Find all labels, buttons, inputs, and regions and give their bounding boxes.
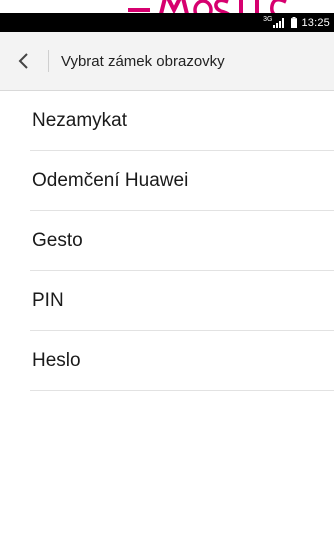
lock-option-label: Odemčení Huawei [32, 170, 189, 191]
back-button[interactable] [0, 32, 48, 90]
lock-options-list: Nezamykat Odemčení Huawei Gesto PIN Hesl… [0, 91, 334, 391]
lock-option-label: Gesto [32, 230, 83, 251]
signal-icon [273, 18, 285, 28]
screen: 3G 13:25 Vybrat zámek obrazovky Nezamyka… [0, 0, 334, 555]
network-type-label: 3G [263, 16, 273, 23]
status-bar: 3G 13:25 [0, 13, 334, 32]
page-title: Vybrat zámek obrazovky [61, 52, 225, 70]
app-bar: Vybrat zámek obrazovky [0, 32, 334, 91]
list-divider [30, 390, 334, 391]
header-divider [48, 50, 49, 72]
chevron-left-icon [18, 53, 28, 69]
lock-option-huawei-unlock[interactable]: Odemčení Huawei [0, 151, 334, 211]
lock-option-label: Heslo [32, 350, 81, 371]
lock-option-label: PIN [32, 290, 64, 311]
battery-icon [291, 17, 298, 28]
lock-option-password[interactable]: Heslo [0, 331, 334, 391]
lock-option-none[interactable]: Nezamykat [0, 91, 334, 151]
clock: 13:25 [301, 16, 330, 29]
lock-option-pattern[interactable]: Gesto [0, 211, 334, 271]
lock-option-label: Nezamykat [32, 110, 128, 131]
lock-option-pin[interactable]: PIN [0, 271, 334, 331]
